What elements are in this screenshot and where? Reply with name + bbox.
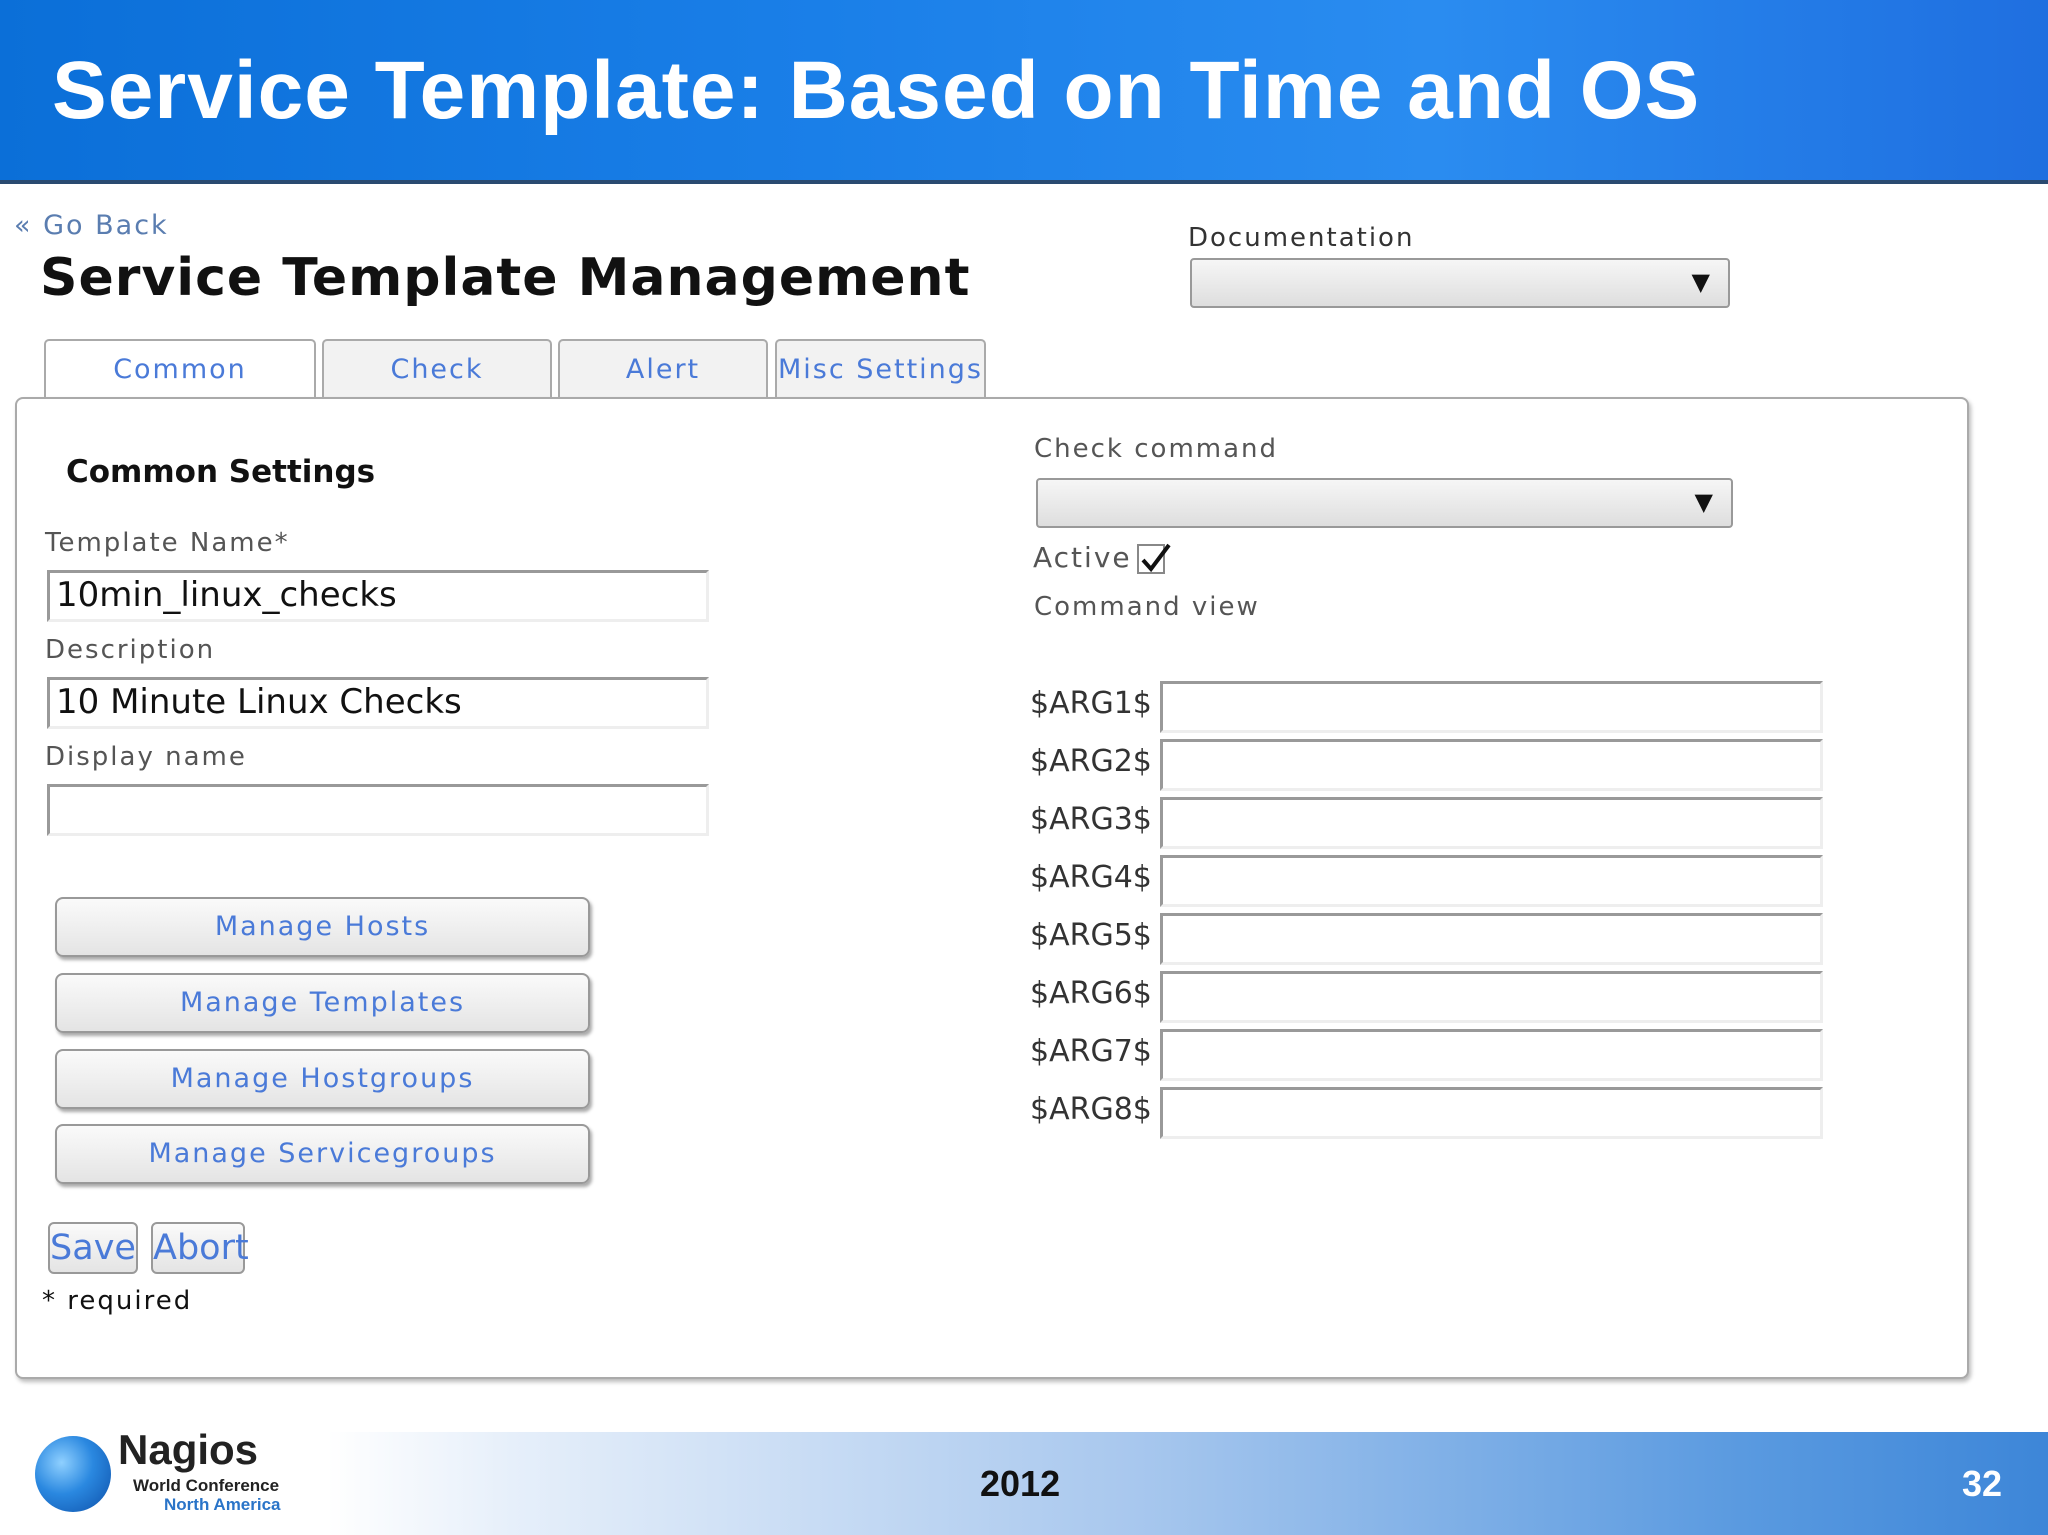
go-back-link[interactable]: « Go Back [14,210,169,241]
arg7-input[interactable] [1160,1029,1823,1081]
display-name-label: Display name [45,742,247,772]
active-checkbox[interactable] [1137,543,1171,574]
arg5-label: $ARG5$ [1030,918,1152,953]
save-button[interactable]: Save [48,1222,138,1274]
page-number: 32 [1962,1463,2003,1504]
arg1-input[interactable] [1160,681,1823,733]
arg4-input[interactable] [1160,855,1823,907]
arg1-label: $ARG1$ [1030,686,1152,721]
slide-title: Service Template: Based on Time and OS [52,45,1701,136]
arg7-label: $ARG7$ [1030,1034,1152,1069]
slide-header: Service Template: Based on Time and OS [0,0,2048,184]
abort-button[interactable]: Abort [151,1222,249,1274]
section-title: Common Settings [66,454,376,490]
footer-year: 2012 [980,1463,1061,1504]
manage-templates-button[interactable]: Manage Templates [55,973,590,1033]
documentation-select[interactable]: ▼ [1190,258,1730,308]
check-command-label: Check command [1034,434,1279,464]
arg2-input[interactable] [1160,739,1823,791]
arg8-label: $ARG8$ [1030,1092,1152,1127]
globe-icon [35,1436,111,1512]
manage-hostgroups-button[interactable]: Manage Hostgroups [55,1049,590,1109]
required-note: * required [42,1286,193,1316]
arg4-label: $ARG4$ [1030,860,1152,895]
checkmark-icon [1141,543,1171,573]
arg3-input[interactable] [1160,797,1823,849]
documentation-label: Documentation [1188,223,1415,253]
description-input[interactable]: 10 Minute Linux Checks [47,677,709,729]
logo-line-world-conference: World Conference [133,1476,280,1495]
dropdown-arrow-icon: ▼ [1694,488,1713,516]
manage-servicegroups-button[interactable]: Manage Servicegroups [55,1124,590,1184]
manage-hosts-button[interactable]: Manage Hosts [55,897,590,957]
arg6-label: $ARG6$ [1030,976,1152,1011]
nagios-logo: Nagios [118,1426,259,1473]
command-view-label: Command view [1034,592,1260,622]
tab-check-settings[interactable]: Check Settings [322,339,552,443]
tab-misc-settings[interactable]: Misc Settings [775,339,986,397]
template-name-label: Template Name* [45,528,290,558]
template-name-input[interactable]: 10min_linux_checks [47,570,709,622]
page-title: Service Template Management [40,248,971,308]
logo-line-north-america: North America [164,1495,281,1514]
dropdown-arrow-icon: ▼ [1691,268,1710,296]
tab-alert-settings[interactable]: Alert Settings [558,339,768,443]
arg3-label: $ARG3$ [1030,802,1152,837]
arg6-input[interactable] [1160,971,1823,1023]
display-name-input[interactable] [47,784,709,836]
description-label: Description [45,635,216,665]
arg5-input[interactable] [1160,913,1823,965]
check-command-select[interactable]: ▼ [1036,478,1733,528]
active-label: Active [1033,541,1132,574]
arg8-input[interactable] [1160,1087,1823,1139]
arg2-label: $ARG2$ [1030,744,1152,779]
tab-common-settings[interactable]: Common Settings [44,339,316,443]
